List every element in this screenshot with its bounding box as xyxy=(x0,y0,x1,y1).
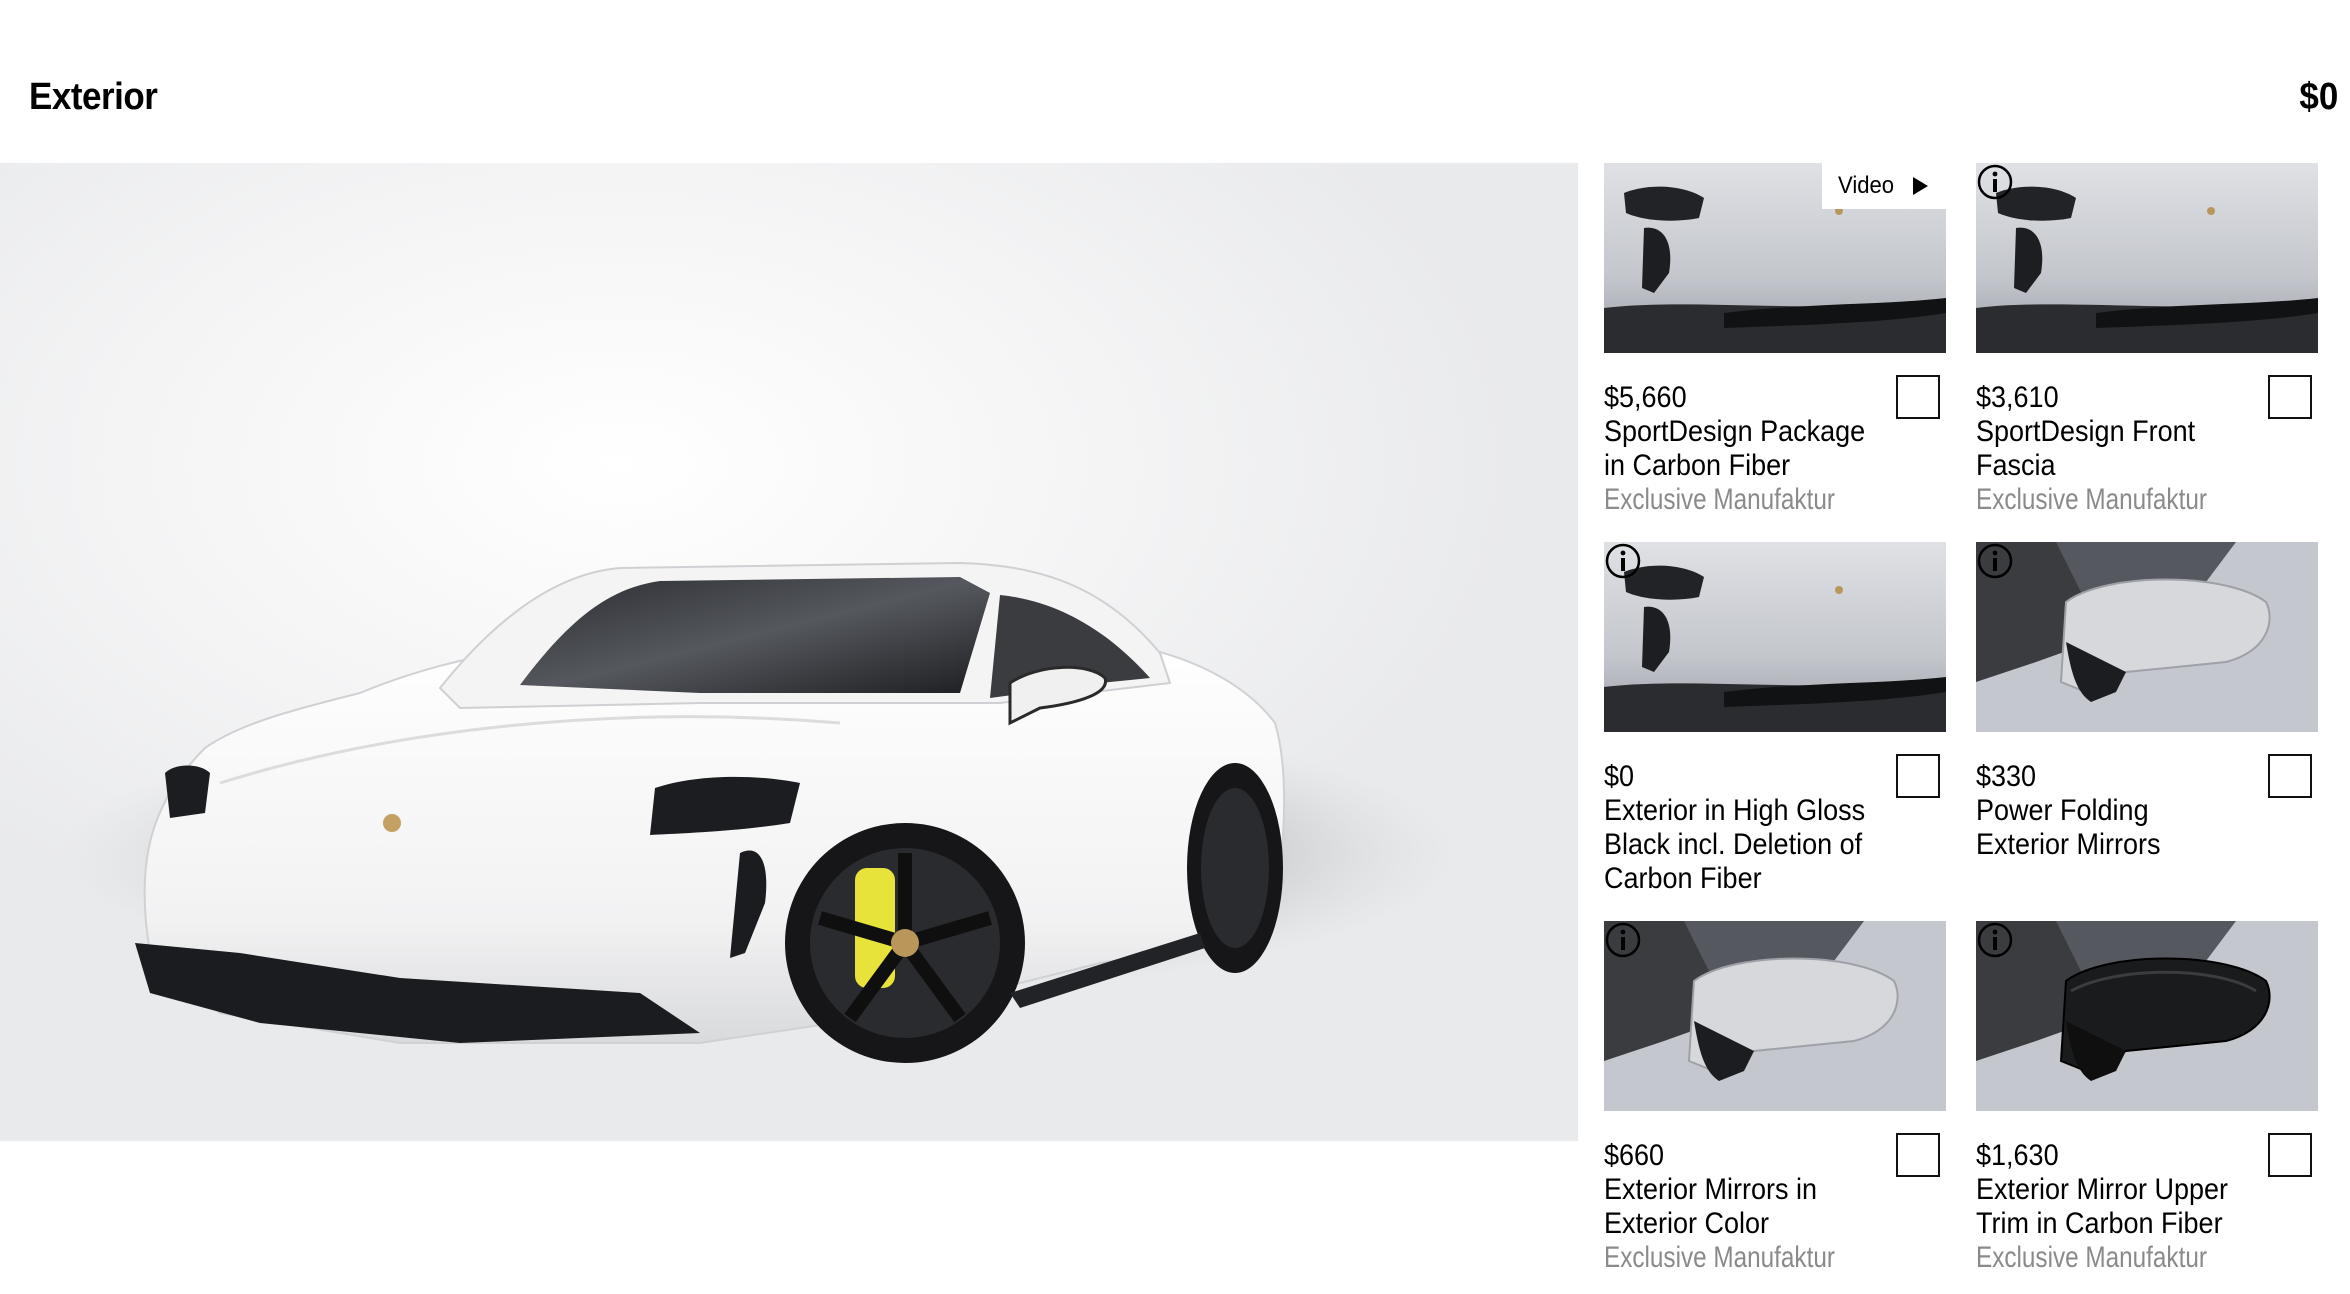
section-title: Exterior xyxy=(29,76,158,118)
option-name-block: Exterior Mirror Upper Trim in Carbon Fib… xyxy=(1976,1173,2246,1275)
option-price: $5,660 xyxy=(1604,381,1687,414)
info-icon[interactable] xyxy=(1976,921,2014,959)
option-checkbox[interactable] xyxy=(2268,1133,2312,1177)
option-name: Exterior Mirrors in Exterior Color xyxy=(1604,1173,1818,1240)
option-name-block: SportDesign Front Fascia Exclusive Manufa… xyxy=(1976,415,2246,517)
option-price: $1,630 xyxy=(1976,1139,2059,1172)
option-price: $660 xyxy=(1604,1139,1665,1172)
option-card: $330 Power Folding Exterior Mirrors xyxy=(1976,542,2318,882)
option-name-block: SportDesign Package in Carbon Fiber Exclu… xyxy=(1604,415,1874,517)
option-name-block: Exterior in High Gloss Black incl. Delet… xyxy=(1604,794,1874,896)
play-icon xyxy=(1913,177,1928,195)
option-checkbox[interactable] xyxy=(1896,375,1940,419)
option-checkbox[interactable] xyxy=(1896,754,1940,798)
option-subtitle: Exclusive Manufaktur xyxy=(1604,483,1835,516)
option-thumbnail[interactable] xyxy=(1976,921,2318,1111)
option-price: $330 xyxy=(1976,760,2037,793)
option-card: Video $5,660 SportDesign Package in Carbon… xyxy=(1604,163,1946,516)
option-price: $3,610 xyxy=(1976,381,2059,414)
option-price: $0 xyxy=(1604,760,1635,793)
option-name-block: Power Folding Exterior Mirrors xyxy=(1976,794,2246,862)
video-label: Video xyxy=(1838,172,1895,199)
option-name: Exterior in High Gloss Black incl. Delet… xyxy=(1604,794,1866,895)
option-checkbox[interactable] xyxy=(1896,1133,1940,1177)
option-card: $0 Exterior in High Gloss Black incl. Del… xyxy=(1604,542,1946,895)
option-card: $3,610 SportDesign Front Fascia Exclusive … xyxy=(1976,163,2318,516)
option-name: SportDesign Front Fascia xyxy=(1976,415,2196,482)
option-thumbnail[interactable] xyxy=(1976,542,2318,732)
option-thumbnail[interactable] xyxy=(1604,542,1946,732)
option-name: Power Folding Exterior Mirrors xyxy=(1976,794,2161,861)
option-checkbox[interactable] xyxy=(2268,754,2312,798)
car-hero-image xyxy=(0,163,1578,1141)
option-subtitle: Exclusive Manufaktur xyxy=(1976,1241,2207,1274)
option-card: $660 Exterior Mirrors in Exterior Color Ex… xyxy=(1604,921,1946,1274)
info-icon[interactable] xyxy=(1976,542,2014,580)
section-total-price: $0 xyxy=(2299,76,2338,118)
option-thumbnail[interactable]: Video xyxy=(1604,163,1946,353)
info-icon[interactable] xyxy=(1604,542,1642,580)
info-icon[interactable] xyxy=(1976,163,2014,201)
option-subtitle: Exclusive Manufaktur xyxy=(1976,483,2207,516)
option-thumbnail[interactable] xyxy=(1976,163,2318,353)
video-button[interactable]: Video xyxy=(1822,163,1946,209)
option-card: $1,630 Exterior Mirror Upper Trim in Carb… xyxy=(1976,921,2318,1274)
option-subtitle: Exclusive Manufaktur xyxy=(1604,1241,1835,1274)
option-name: SportDesign Package in Carbon Fiber xyxy=(1604,415,1866,482)
option-name-block: Exterior Mirrors in Exterior Color Exclus… xyxy=(1604,1173,1874,1275)
option-checkbox[interactable] xyxy=(2268,375,2312,419)
info-icon[interactable] xyxy=(1604,921,1642,959)
option-thumbnail[interactable] xyxy=(1604,921,1946,1111)
option-name: Exterior Mirror Upper Trim in Carbon Fib… xyxy=(1976,1173,2229,1240)
